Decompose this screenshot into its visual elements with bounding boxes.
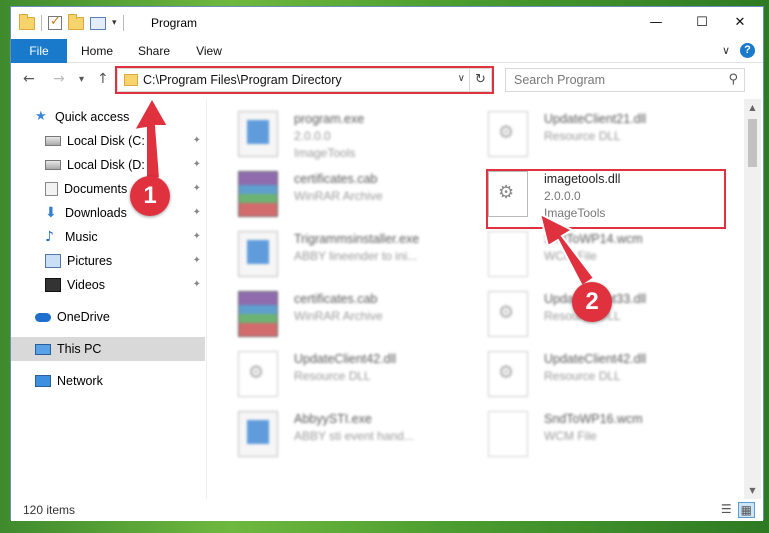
step-2-marker: 2: [572, 282, 612, 322]
arrow-1: [132, 95, 170, 182]
annotation-arrows: [132, 95, 596, 288]
step-1-marker: 1: [130, 176, 170, 216]
arrow-2: [538, 212, 596, 288]
